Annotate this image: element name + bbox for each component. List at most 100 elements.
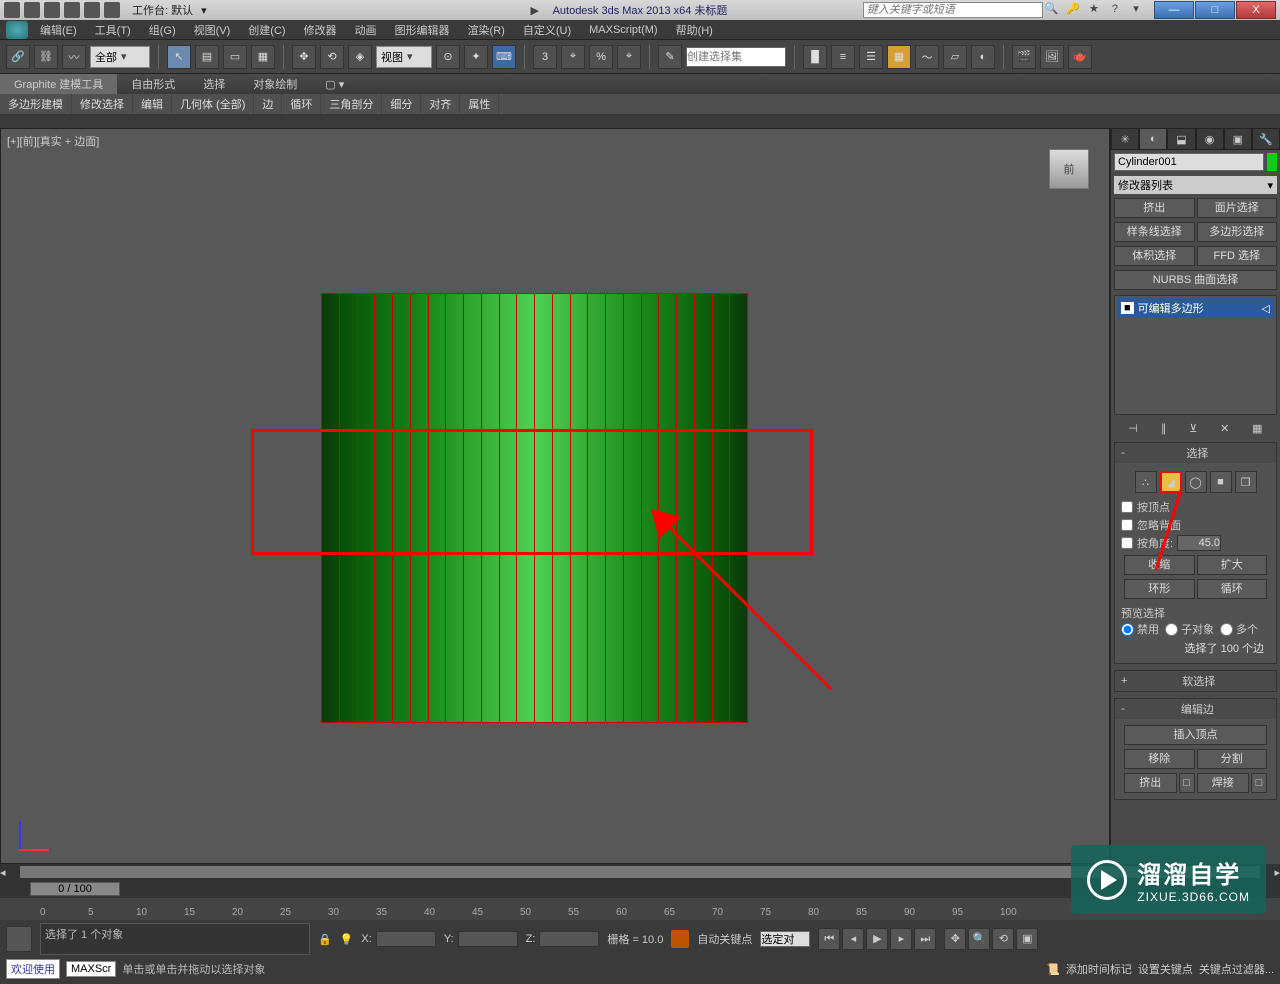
- lock-selection-icon[interactable]: 🔒: [318, 933, 332, 946]
- goto-start-icon[interactable]: ⏮: [818, 928, 840, 950]
- namedsel-icon[interactable]: ✎: [658, 45, 682, 69]
- snap-percent-icon[interactable]: %: [589, 45, 613, 69]
- btn-grow[interactable]: 扩大: [1197, 555, 1268, 575]
- window-crossing-icon[interactable]: ▦: [251, 45, 275, 69]
- viewport-label[interactable]: [+][前][真实 + 边面]: [7, 133, 99, 149]
- star-icon[interactable]: ★: [1086, 2, 1102, 18]
- r2-tri[interactable]: 三角剖分: [321, 94, 382, 114]
- coord-y[interactable]: [458, 931, 518, 947]
- tab-motion-icon[interactable]: ◉: [1196, 128, 1224, 150]
- render-setup-icon[interactable]: 🎬: [1012, 45, 1036, 69]
- keymode-dropdown[interactable]: [760, 931, 810, 947]
- help-search-input[interactable]: [863, 2, 1043, 18]
- btn-splinesel[interactable]: 样条线选择: [1114, 222, 1195, 242]
- menu-customize[interactable]: 自定义(U): [523, 22, 571, 38]
- menu-tools[interactable]: 工具(T): [95, 22, 131, 38]
- curve-editor-icon[interactable]: 〜: [915, 45, 939, 69]
- open-icon[interactable]: [24, 2, 40, 18]
- unique-icon[interactable]: ⊻: [1189, 422, 1197, 435]
- subobj-poly-icon[interactable]: ■: [1210, 471, 1232, 493]
- link-icon[interactable]: 🔗: [6, 45, 30, 69]
- r2-loop[interactable]: 循环: [282, 94, 321, 114]
- goto-end-icon[interactable]: ⏭: [914, 928, 936, 950]
- r2-subdiv[interactable]: 细分: [382, 94, 421, 114]
- setkey-label[interactable]: 设置关键点: [1138, 961, 1193, 977]
- btn-patchsel[interactable]: 面片选择: [1197, 198, 1278, 218]
- refcoord-dropdown[interactable]: 视图: [376, 46, 432, 68]
- stack-editable-poly[interactable]: ■可编辑多边形◁: [1117, 298, 1274, 318]
- show-end-icon[interactable]: ∥: [1161, 422, 1167, 435]
- menu-group[interactable]: 组(G): [149, 22, 176, 38]
- mirror-icon[interactable]: ▐▌: [803, 45, 827, 69]
- menu-maxscript[interactable]: MAXScript(M): [589, 24, 657, 36]
- btn-remove[interactable]: 移除: [1124, 749, 1195, 769]
- menu-view[interactable]: 视图(V): [194, 22, 231, 38]
- schematic-icon[interactable]: ▱: [943, 45, 967, 69]
- rad-multi[interactable]: [1220, 623, 1233, 636]
- render-icon[interactable]: 🫖: [1068, 45, 1092, 69]
- tab-graphite[interactable]: Graphite 建模工具: [0, 74, 117, 94]
- nav-pan-icon[interactable]: ✥: [944, 928, 966, 950]
- binoculars-icon[interactable]: 🔍: [1044, 2, 1060, 18]
- autokey-label[interactable]: 自动关键点: [697, 931, 752, 947]
- tab-modify-icon[interactable]: ◐: [1139, 128, 1167, 150]
- menu-create[interactable]: 创建(C): [248, 22, 285, 38]
- redo-icon[interactable]: [84, 2, 100, 18]
- btn-volsel[interactable]: 体积选择: [1114, 246, 1195, 266]
- configure-icon[interactable]: ▦: [1252, 422, 1262, 435]
- keyfilter-label[interactable]: 关键点过滤器...: [1199, 961, 1274, 977]
- new-icon[interactable]: [4, 2, 20, 18]
- welcome-label[interactable]: 欢迎使用: [6, 959, 60, 979]
- r2-props[interactable]: 属性: [460, 94, 499, 114]
- link-icon[interactable]: [104, 2, 120, 18]
- menu-render[interactable]: 渲染(R): [468, 22, 505, 38]
- btn-ring[interactable]: 环形: [1124, 579, 1195, 599]
- rollout-selection-header[interactable]: -选择: [1115, 443, 1276, 463]
- layers-icon[interactable]: ☰: [859, 45, 883, 69]
- viewport[interactable]: [+][前][真实 + 边面] 前: [0, 128, 1110, 864]
- menu-modifier[interactable]: 修改器: [304, 22, 337, 38]
- r2-polymodel[interactable]: 多边形建模: [0, 94, 72, 114]
- btn-split[interactable]: 分割: [1197, 749, 1268, 769]
- modifier-list-dropdown[interactable]: 修改器列表▾: [1114, 176, 1277, 194]
- align-icon[interactable]: ≡: [831, 45, 855, 69]
- btn-weld[interactable]: 焊接: [1197, 773, 1250, 793]
- nav-max-icon[interactable]: ▣: [1016, 928, 1038, 950]
- workspace-label[interactable]: 工作台: 默认: [132, 2, 193, 18]
- snap-angle-icon[interactable]: ⌖: [561, 45, 585, 69]
- snap-spinner-icon[interactable]: ⌖: [617, 45, 641, 69]
- btn-extrude[interactable]: 挤出: [1114, 198, 1195, 218]
- menu-edit[interactable]: 编辑(E): [40, 22, 77, 38]
- tab-paint[interactable]: 对象绘制: [239, 74, 311, 94]
- subobj-element-icon[interactable]: ❐: [1235, 471, 1257, 493]
- btn-polysel[interactable]: 多边形选择: [1197, 222, 1278, 242]
- coord-x[interactable]: [376, 931, 436, 947]
- scale-icon[interactable]: ◈: [348, 45, 372, 69]
- autokey-toggle[interactable]: [671, 930, 689, 948]
- nav-orbit-icon[interactable]: ⟲: [992, 928, 1014, 950]
- app-logo-icon[interactable]: [6, 21, 28, 39]
- maximize-button[interactable]: □: [1195, 1, 1235, 19]
- select-icon[interactable]: ↖: [167, 45, 191, 69]
- chk-byangle[interactable]: [1121, 537, 1133, 549]
- tab-freeform[interactable]: 自由形式: [117, 74, 189, 94]
- keyboard-icon[interactable]: ⌨: [492, 45, 516, 69]
- object-name-input[interactable]: [1114, 153, 1264, 171]
- btn-ffdsel[interactable]: FFD 选择: [1197, 246, 1278, 266]
- remove-mod-icon[interactable]: ✕: [1220, 422, 1229, 435]
- viewcube[interactable]: 前: [1049, 149, 1089, 189]
- select-name-icon[interactable]: ▤: [195, 45, 219, 69]
- ribbon-expand-icon[interactable]: ▢ ▾: [311, 76, 358, 93]
- tab-utilities-icon[interactable]: 🔧: [1252, 128, 1280, 150]
- tab-display-icon[interactable]: ▣: [1224, 128, 1252, 150]
- play-icon[interactable]: ▶: [866, 928, 888, 950]
- manip-icon[interactable]: ✦: [464, 45, 488, 69]
- rollout-editedge-header[interactable]: -编辑边: [1115, 699, 1276, 719]
- close-button[interactable]: X: [1236, 1, 1276, 19]
- menu-help[interactable]: 帮助(H): [676, 22, 713, 38]
- maxscript-label[interactable]: MAXScr: [66, 961, 116, 977]
- rect-select-icon[interactable]: ▭: [223, 45, 247, 69]
- material-editor-icon[interactable]: ◐: [971, 45, 995, 69]
- layer-manager-icon[interactable]: ▦: [887, 45, 911, 69]
- rad-disable[interactable]: [1121, 623, 1134, 636]
